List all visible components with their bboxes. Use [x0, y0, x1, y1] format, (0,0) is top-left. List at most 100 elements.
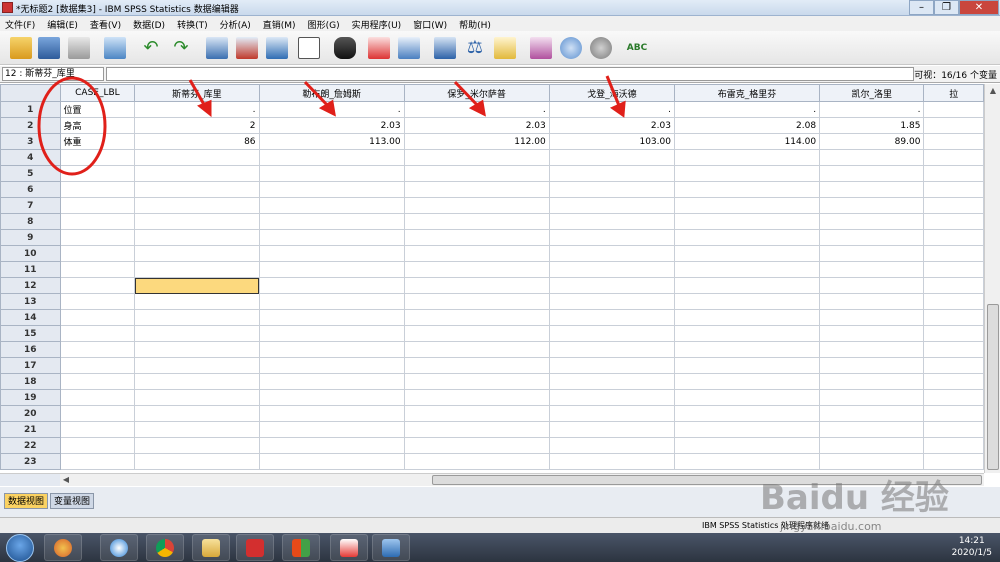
data-cell[interactable]: [134, 293, 260, 310]
menu-item[interactable]: 数据(D): [128, 16, 172, 31]
spell-check-icon[interactable]: ABC: [626, 37, 648, 59]
data-cell[interactable]: [548, 437, 675, 454]
taskbar-spss[interactable]: [372, 534, 410, 561]
data-cell[interactable]: [819, 453, 925, 470]
data-cell[interactable]: [59, 149, 136, 166]
data-cell[interactable]: [923, 309, 984, 326]
data-cell[interactable]: [819, 341, 925, 358]
data-cell[interactable]: [819, 373, 925, 390]
save-icon[interactable]: [38, 37, 60, 59]
selected-cell[interactable]: [134, 277, 260, 294]
data-cell[interactable]: [923, 213, 984, 230]
data-cell[interactable]: [258, 197, 405, 214]
row-number[interactable]: 19: [0, 389, 61, 406]
column-header[interactable]: 布雷克_格里芬: [673, 84, 821, 102]
data-cell[interactable]: [923, 405, 984, 422]
data-cell[interactable]: [59, 277, 136, 294]
column-header[interactable]: 斯蒂芬_库里: [134, 84, 260, 102]
data-cell[interactable]: [258, 421, 405, 438]
column-header[interactable]: 凯尔_洛里: [819, 84, 925, 102]
data-cell[interactable]: [403, 181, 550, 198]
data-cell[interactable]: [819, 181, 925, 198]
data-cell[interactable]: [403, 261, 550, 278]
data-cell[interactable]: [134, 357, 260, 374]
row-number[interactable]: 20: [0, 405, 61, 422]
start-button[interactable]: [6, 534, 34, 562]
data-cell[interactable]: .: [819, 101, 925, 118]
data-cell[interactable]: [403, 357, 550, 374]
data-cell[interactable]: [134, 245, 260, 262]
data-cell[interactable]: [134, 373, 260, 390]
data-cell[interactable]: 86: [134, 133, 260, 150]
data-cell[interactable]: [923, 117, 984, 134]
data-cell[interactable]: [673, 357, 821, 374]
data-cell[interactable]: [403, 197, 550, 214]
data-cell[interactable]: [923, 293, 984, 310]
data-cell[interactable]: [134, 309, 260, 326]
data-cell[interactable]: [59, 453, 136, 470]
scroll-up-icon[interactable]: ▲: [985, 84, 1000, 98]
data-cell[interactable]: [59, 261, 136, 278]
redo-icon[interactable]: ↷: [170, 37, 192, 59]
data-cell[interactable]: [548, 357, 675, 374]
column-header[interactable]: 戈登_海沃德: [548, 84, 675, 102]
data-cell[interactable]: [59, 405, 136, 422]
data-cell[interactable]: [923, 277, 984, 294]
data-cell[interactable]: .: [673, 101, 821, 118]
data-cell[interactable]: 2.08: [673, 117, 821, 134]
data-cell[interactable]: [134, 405, 260, 422]
data-cell[interactable]: [134, 213, 260, 230]
data-cell[interactable]: [819, 309, 925, 326]
row-number[interactable]: 18: [0, 373, 61, 390]
data-cell[interactable]: [819, 149, 925, 166]
data-cell[interactable]: [258, 293, 405, 310]
data-cell[interactable]: [548, 165, 675, 182]
data-cell[interactable]: [819, 325, 925, 342]
data-cell[interactable]: .: [134, 101, 260, 118]
tab-variable-view[interactable]: 变量视图: [50, 493, 95, 509]
system-clock[interactable]: 14:21 2020/1/5: [952, 535, 992, 559]
row-number[interactable]: 14: [0, 309, 61, 326]
menu-item[interactable]: 图形(G): [303, 16, 347, 31]
split-file-icon[interactable]: [434, 37, 456, 59]
data-cell[interactable]: [923, 245, 984, 262]
menu-item[interactable]: 转换(T): [172, 16, 215, 31]
data-cell[interactable]: [819, 165, 925, 182]
variables-icon[interactable]: [266, 37, 288, 59]
data-cell[interactable]: [403, 293, 550, 310]
data-cell[interactable]: [258, 373, 405, 390]
data-cell[interactable]: [673, 309, 821, 326]
insert-cases-icon[interactable]: [368, 37, 390, 59]
insert-variable-icon[interactable]: [398, 37, 420, 59]
row-number[interactable]: 9: [0, 229, 61, 246]
open-icon[interactable]: [10, 37, 32, 59]
column-header[interactable]: 保罗_米尔萨普: [403, 84, 550, 102]
data-cell[interactable]: [258, 341, 405, 358]
data-cell[interactable]: [134, 165, 260, 182]
data-cell[interactable]: [403, 389, 550, 406]
data-cell[interactable]: [923, 325, 984, 342]
data-cell[interactable]: [59, 245, 136, 262]
data-cell[interactable]: [59, 309, 136, 326]
select-cases-icon[interactable]: [494, 37, 516, 59]
data-cell[interactable]: 2.03: [403, 117, 550, 134]
data-cell[interactable]: [548, 229, 675, 246]
data-cell[interactable]: [923, 165, 984, 182]
data-cell[interactable]: [673, 165, 821, 182]
data-cell[interactable]: 112.00: [403, 133, 550, 150]
find-icon[interactable]: [334, 37, 356, 59]
row-number[interactable]: 4: [0, 149, 61, 166]
data-cell[interactable]: 2: [134, 117, 260, 134]
menu-item[interactable]: 文件(F): [0, 16, 42, 31]
minimize-button[interactable]: –: [909, 0, 934, 15]
row-number[interactable]: 17: [0, 357, 61, 374]
data-cell[interactable]: [258, 453, 405, 470]
taskbar-explorer[interactable]: [192, 534, 230, 561]
data-cell[interactable]: [673, 197, 821, 214]
vertical-scrollbar[interactable]: ▲: [984, 84, 1000, 473]
row-number[interactable]: 21: [0, 421, 61, 438]
data-cell[interactable]: [258, 149, 405, 166]
data-cell[interactable]: [548, 245, 675, 262]
menu-item[interactable]: 直销(M): [258, 16, 303, 31]
data-cell[interactable]: [548, 405, 675, 422]
